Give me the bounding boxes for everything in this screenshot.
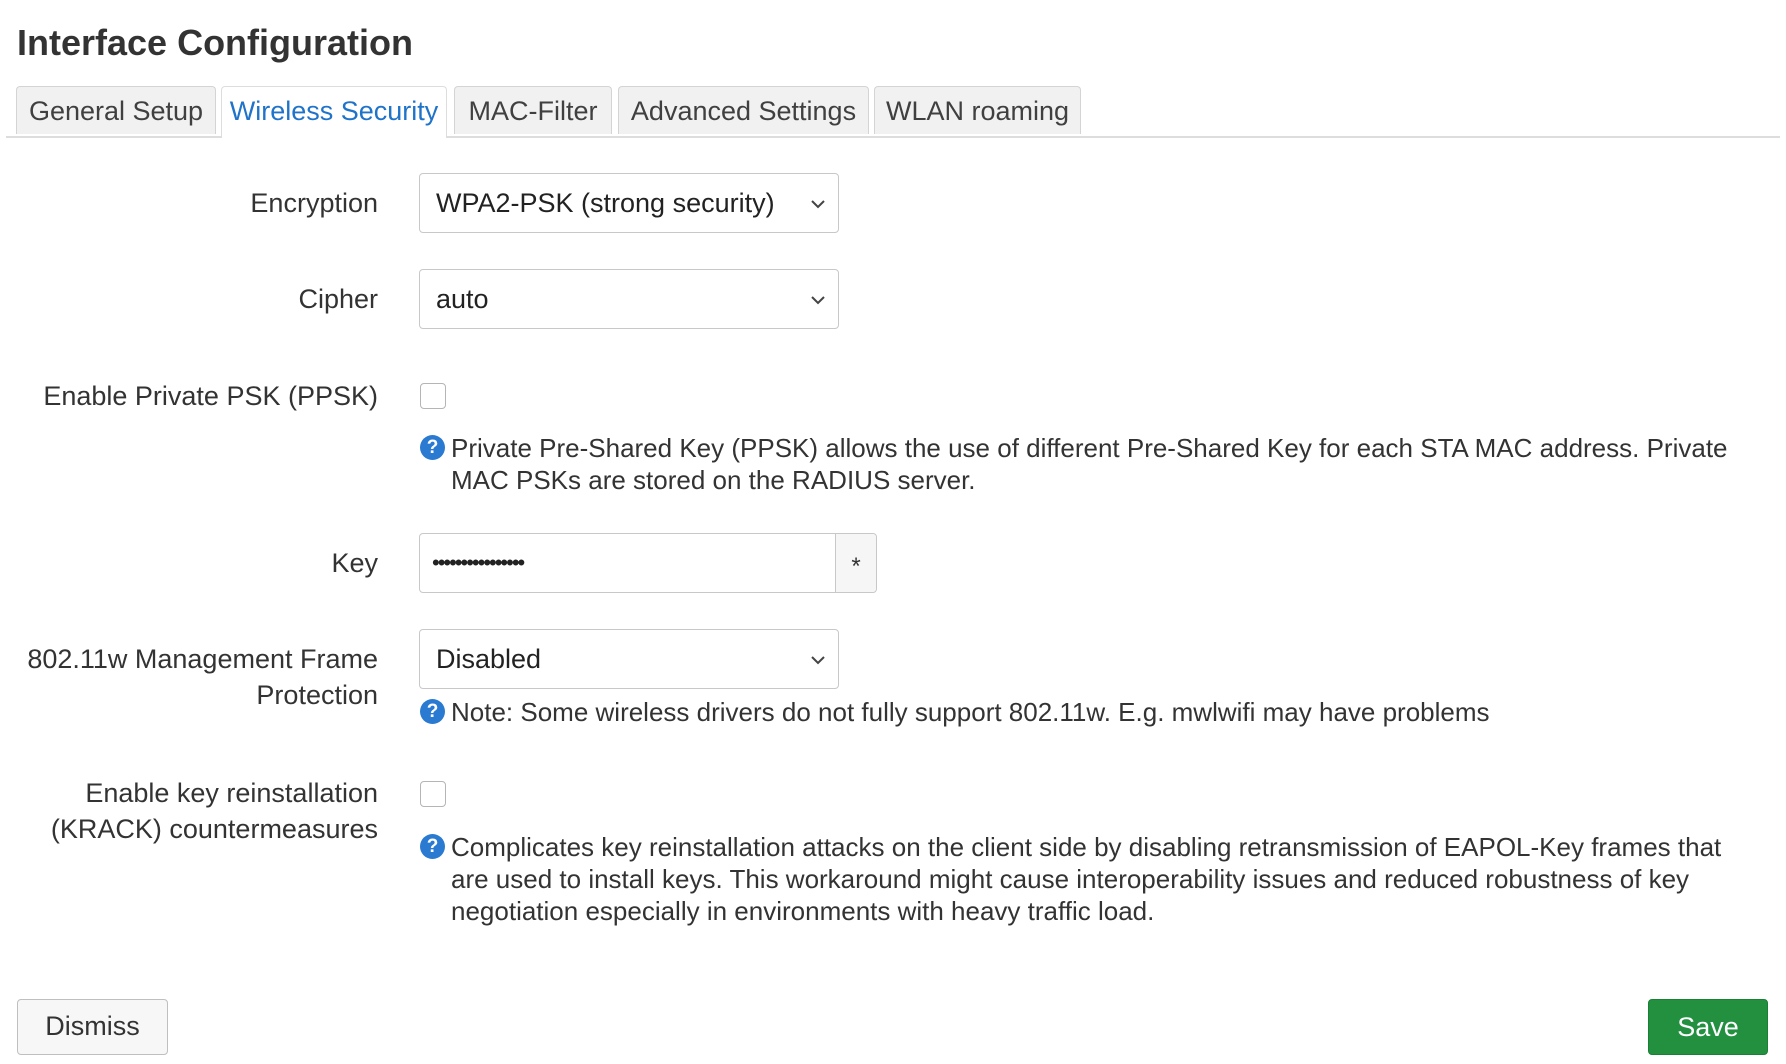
tab-advanced-settings[interactable]: Advanced Settings bbox=[618, 86, 869, 134]
key-value: •••••••••••••••• bbox=[432, 550, 525, 575]
krack-checkbox[interactable] bbox=[420, 781, 446, 807]
tab-wlan-roaming[interactable]: WLAN roaming bbox=[874, 86, 1081, 134]
cipher-value: auto bbox=[436, 284, 489, 314]
ppsk-help: ? Private Pre-Shared Key (PPSK) allows t… bbox=[420, 432, 1750, 496]
krack-label-line1: Enable key reinstallation bbox=[85, 778, 378, 808]
encryption-label: Encryption bbox=[250, 188, 378, 218]
mfp-help: ? Note: Some wireless drivers do not ful… bbox=[420, 696, 1750, 728]
mfp-select[interactable]: Disabled bbox=[419, 629, 839, 689]
chevron-down-icon bbox=[811, 656, 825, 665]
key-label: Key bbox=[331, 548, 378, 578]
mfp-label-line1: 802.11w Management Frame bbox=[27, 644, 378, 674]
ppsk-help-text: Private Pre-Shared Key (PPSK) allows the… bbox=[451, 433, 1728, 495]
save-button[interactable]: Save bbox=[1648, 999, 1768, 1055]
question-circle-icon: ? bbox=[420, 435, 445, 460]
mfp-label-line2: Protection bbox=[256, 680, 378, 710]
tab-bar: General Setup Wireless Security MAC-Filt… bbox=[6, 86, 1780, 138]
mfp-help-text: Note: Some wireless drivers do not fully… bbox=[451, 697, 1490, 727]
ppsk-checkbox[interactable] bbox=[420, 383, 446, 409]
tab-general-setup[interactable]: General Setup bbox=[16, 86, 216, 134]
question-circle-icon: ? bbox=[420, 834, 445, 859]
krack-help: ? Complicates key reinstallation attacks… bbox=[420, 831, 1750, 927]
encryption-select[interactable]: WPA2-PSK (strong security) bbox=[419, 173, 839, 233]
reveal-password-button[interactable]: * bbox=[835, 534, 876, 592]
mfp-value: Disabled bbox=[436, 644, 542, 674]
tab-wireless-security[interactable]: Wireless Security bbox=[221, 86, 447, 138]
chevron-down-icon bbox=[811, 296, 825, 305]
ppsk-label: Enable Private PSK (PPSK) bbox=[43, 381, 378, 411]
tab-mac-filter[interactable]: MAC-Filter bbox=[454, 86, 612, 134]
krack-label: Enable key reinstallation (KRACK) counte… bbox=[0, 775, 378, 847]
question-circle-icon: ? bbox=[420, 699, 445, 724]
krack-help-text: Complicates key reinstallation attacks o… bbox=[451, 832, 1722, 926]
cipher-select[interactable]: auto bbox=[419, 269, 839, 329]
dialog-title: Interface Configuration bbox=[17, 22, 414, 63]
chevron-down-icon bbox=[811, 200, 825, 209]
key-input[interactable]: •••••••••••••••• * bbox=[419, 533, 877, 593]
cipher-label: Cipher bbox=[298, 284, 378, 314]
krack-label-line2: (KRACK) countermeasures bbox=[50, 814, 378, 844]
dismiss-button[interactable]: Dismiss bbox=[17, 999, 168, 1055]
encryption-value: WPA2-PSK (strong security) bbox=[436, 188, 775, 218]
mfp-label: 802.11w Management Frame Protection bbox=[0, 641, 378, 713]
